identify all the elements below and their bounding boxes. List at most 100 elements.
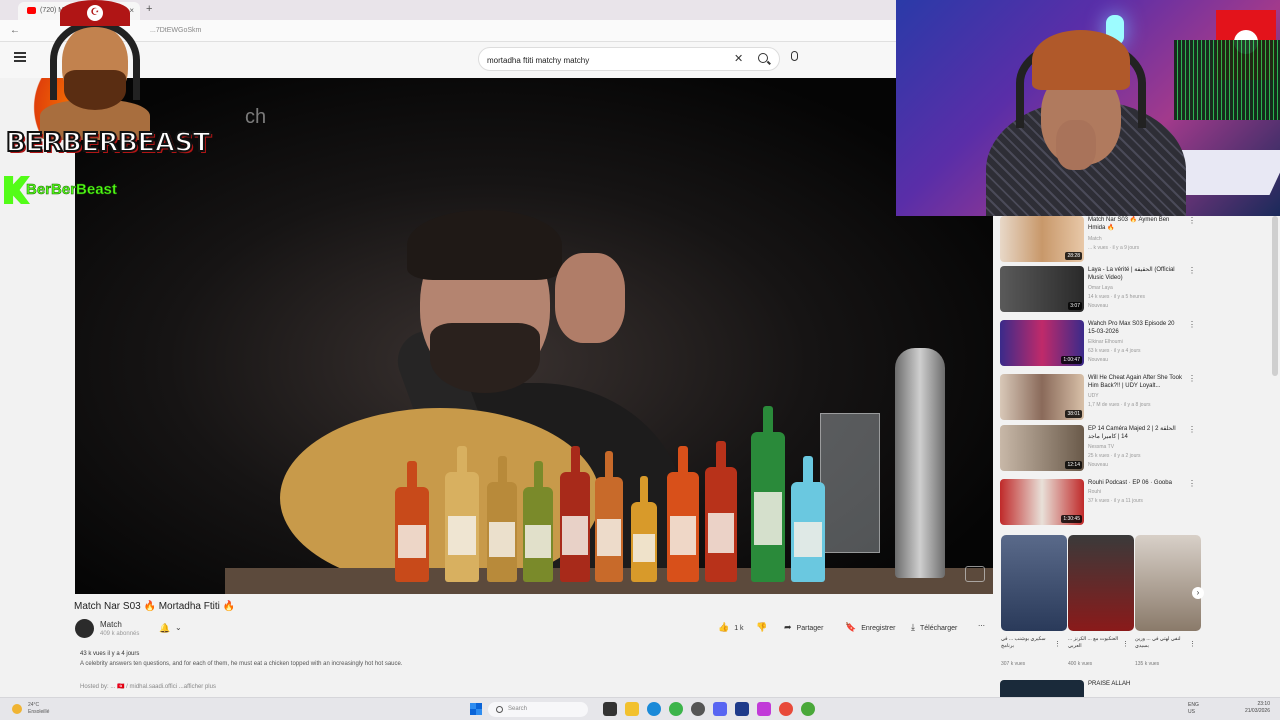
chevron-right-icon[interactable]: › bbox=[1192, 587, 1204, 599]
video-duration: 1:30:45 bbox=[1061, 515, 1082, 523]
short-thumbnail[interactable] bbox=[1068, 535, 1134, 631]
chrome-browser-icon[interactable] bbox=[669, 702, 683, 716]
mail-app-icon[interactable] bbox=[735, 702, 749, 716]
hot-sauce-bottle bbox=[395, 461, 429, 582]
kebab-menu-icon[interactable]: ⋮ bbox=[1188, 479, 1196, 488]
download-button[interactable]: ⤓ Télécharger bbox=[911, 622, 957, 633]
video-player[interactable]: ch bbox=[75, 78, 993, 594]
bell-icon[interactable]: 🔔 bbox=[159, 623, 170, 634]
more-actions-button[interactable]: ⋯ bbox=[978, 622, 985, 630]
recommendation-title[interactable]: Will He Cheat Again After She Took Him B… bbox=[1088, 374, 1184, 390]
chrome-profile-icon[interactable] bbox=[779, 702, 793, 716]
short-title[interactable]: سكيري بوشنب ... في برنامج bbox=[1001, 636, 1059, 650]
recommendation-channel[interactable]: Omar Laya bbox=[1088, 285, 1113, 291]
language-code: ENG bbox=[1188, 702, 1199, 708]
recommendation-item[interactable]: 3:07 Laya - La vérité | الحقيقة (Officia… bbox=[1000, 266, 1196, 316]
search-box[interactable]: ✕ bbox=[478, 47, 780, 71]
kebab-menu-icon[interactable]: ⋮ bbox=[1122, 640, 1129, 648]
channel-avatar[interactable] bbox=[75, 619, 94, 638]
recommendation-item[interactable]: 38:01 Will He Cheat Again After She Took… bbox=[1000, 374, 1196, 424]
language-indicator[interactable]: ENG US bbox=[1188, 702, 1199, 716]
kebab-menu-icon[interactable]: ⋮ bbox=[1054, 640, 1061, 648]
recommendation-views: 1,7 M de vues · il y a 8 jours bbox=[1088, 402, 1151, 408]
sun-icon[interactable] bbox=[12, 704, 22, 714]
weather-temperature: 24°C bbox=[28, 702, 40, 708]
kebab-menu-icon[interactable]: ⋮ bbox=[1188, 266, 1196, 275]
hot-sauce-bottle bbox=[705, 441, 737, 582]
logo-text: BERBERBEAST bbox=[5, 127, 211, 159]
terminal-app-icon[interactable] bbox=[603, 702, 617, 716]
search-icon[interactable] bbox=[758, 53, 768, 63]
clock-time: 23:10 bbox=[1257, 701, 1270, 707]
hot-sauce-bottle bbox=[631, 476, 657, 582]
scrollbar[interactable] bbox=[1272, 216, 1278, 376]
recommendation-views: 14 k vues · il y a 5 heures bbox=[1088, 294, 1145, 300]
short-views: 135 k vues bbox=[1135, 661, 1160, 667]
windows-taskbar: 24°C Ensoleillé Search ENG US 23:10 21/03/… bbox=[0, 697, 1280, 720]
short-title[interactable]: ... العنكبوت مع ... الكرنز العربي bbox=[1068, 636, 1126, 650]
system-clock[interactable]: 23:10 21/03/2026 bbox=[1245, 701, 1270, 715]
recommendation-title[interactable]: Wahch Pro Max S03 Episode 20 15-03-2026 bbox=[1088, 320, 1184, 336]
taskbar-search[interactable]: Search bbox=[488, 702, 588, 717]
download-label: Télécharger bbox=[919, 625, 958, 632]
recommendation-thumbnail[interactable]: 28:28 bbox=[1000, 216, 1084, 262]
new-badge: Nouveau bbox=[1088, 303, 1109, 309]
recommendation-thumbnail[interactable]: 1:00:47 bbox=[1000, 320, 1084, 366]
like-button[interactable]: 👍 1 k bbox=[718, 622, 744, 633]
cream-siphon bbox=[895, 348, 945, 578]
weather-widget[interactable]: 24°C Ensoleillé bbox=[28, 702, 49, 716]
short-thumbnail[interactable] bbox=[1001, 535, 1067, 631]
hot-sauce-bottle bbox=[667, 446, 699, 582]
recommendation-channel[interactable]: Nessma TV bbox=[1088, 444, 1114, 450]
windows-start-icon[interactable] bbox=[470, 703, 482, 715]
recommendation-thumbnail[interactable]: 38:01 bbox=[1000, 374, 1084, 420]
dislike-button[interactable]: 👎 bbox=[756, 622, 772, 633]
save-button[interactable]: 🔖 Enregistrer bbox=[845, 622, 895, 633]
recommendation-title[interactable]: Laya - La vérité | الحقيقة (Official Mus… bbox=[1088, 266, 1184, 282]
microphone-icon[interactable] bbox=[791, 51, 798, 61]
channel-name[interactable]: Match bbox=[100, 620, 122, 629]
recommendation-item[interactable]: 12:14 EP 14 Caméra Majed 2 | 2 الحلقة 14… bbox=[1000, 425, 1196, 475]
recommendation-item[interactable]: 1:30:45 Rouhi Podcast · EP 06 · Gooba Ro… bbox=[1000, 479, 1196, 529]
kebab-menu-icon[interactable]: ⋮ bbox=[1188, 374, 1196, 383]
discord-app-icon[interactable] bbox=[713, 702, 727, 716]
streaming-app-icon[interactable] bbox=[757, 702, 771, 716]
file-explorer-icon[interactable] bbox=[625, 702, 639, 716]
clear-search-icon[interactable]: ✕ bbox=[734, 52, 743, 65]
recommendation-channel[interactable]: Elkinar Elhoumi bbox=[1088, 339, 1123, 345]
chevron-down-icon[interactable]: ⌄ bbox=[175, 623, 182, 632]
recommendation-title[interactable]: Rouhi Podcast · EP 06 · Gooba bbox=[1088, 479, 1184, 487]
recommendation-title[interactable]: EP 14 Caméra Majed 2 | 2 الحلقة 14 | كام… bbox=[1088, 425, 1184, 441]
video-duration: 38:01 bbox=[1065, 410, 1082, 418]
obs-app-icon[interactable] bbox=[691, 702, 705, 716]
description-box[interactable]: 43 k vues il y a 4 jours A celebrity ans… bbox=[74, 645, 994, 695]
recommendation-channel[interactable]: Rouhi bbox=[1088, 489, 1101, 495]
recommendation-item[interactable]: 1:00:47 Wahch Pro Max S03 Episode 20 15-… bbox=[1000, 320, 1196, 370]
video-hosted-by[interactable]: Hosted by: ... 🇹🇳 / midhal.saadi.offici … bbox=[80, 683, 216, 690]
search-input[interactable] bbox=[487, 53, 727, 67]
recommendation-title[interactable]: PRAISE ALLAH bbox=[1088, 681, 1130, 687]
share-button[interactable]: ➦ Partager bbox=[784, 622, 823, 633]
kebab-menu-icon[interactable]: ⋮ bbox=[1188, 216, 1196, 225]
recommendation-channel[interactable]: Match bbox=[1088, 236, 1102, 242]
kebab-menu-icon[interactable]: ⋮ bbox=[1188, 425, 1196, 434]
video-watermark: ch bbox=[245, 106, 267, 128]
recommendation-channel[interactable]: UDY bbox=[1088, 393, 1099, 399]
short-thumbnail[interactable] bbox=[1135, 535, 1201, 631]
short-title[interactable]: لنفي لهتي في ... ورين بسيدي bbox=[1135, 636, 1193, 650]
new-badge: Nouveau bbox=[1088, 462, 1109, 468]
kick-handle: BerBerBeast bbox=[26, 181, 117, 199]
kebab-menu-icon[interactable]: ⋮ bbox=[1189, 640, 1196, 648]
recommendation-thumbnail[interactable]: 3:07 bbox=[1000, 266, 1084, 312]
picture-in-picture-icon[interactable] bbox=[965, 566, 985, 582]
recommendation-title[interactable]: Match Nar S03 🔥 Aymen Ben Hmida 🔥 bbox=[1088, 216, 1184, 232]
edge-browser-icon[interactable] bbox=[647, 702, 661, 716]
new-badge: Nouveau bbox=[1088, 357, 1109, 363]
video-duration: 3:07 bbox=[1068, 302, 1082, 310]
chrome-profile-icon[interactable] bbox=[801, 702, 815, 716]
kebab-menu-icon[interactable]: ⋮ bbox=[1188, 320, 1196, 329]
recommendation-thumbnail[interactable]: 12:14 bbox=[1000, 425, 1084, 471]
recommendation-thumbnail[interactable]: 1:30:45 bbox=[1000, 479, 1084, 525]
recommendation-item[interactable]: 28:28 Match Nar S03 🔥 Aymen Ben Hmida 🔥 … bbox=[1000, 216, 1196, 266]
soda-can bbox=[791, 456, 825, 582]
